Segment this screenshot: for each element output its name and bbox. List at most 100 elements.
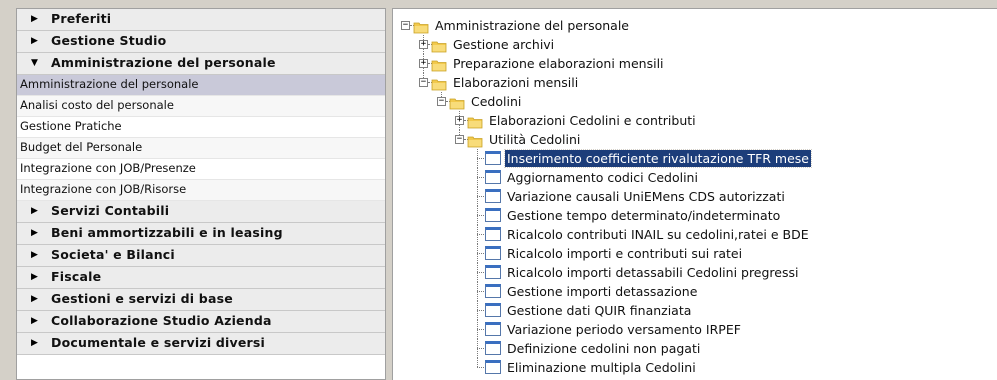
triangle-down-icon: ▼ [31, 58, 39, 68]
triangle-right-icon: ▶ [31, 206, 39, 216]
window-item-icon [485, 322, 501, 336]
tree-item-row[interactable]: Ricalcolo importi e contributi sui ratei [393, 244, 997, 263]
tree-label-inserimento-coefficiente-rivalutazione-tfr-mese[interactable]: Inserimento coefficiente rivalutazione T… [503, 149, 813, 168]
window-item-icon [485, 208, 501, 222]
section-header-beni-ammortizzabili-e-in-leasing[interactable]: ▶ Beni ammortizzabili e in leasing [17, 223, 385, 245]
tree-folder-row[interactable]: + Preparazione elaborazioni mensili [393, 54, 997, 73]
triangle-right-icon: ▶ [31, 272, 39, 282]
triangle-right-icon: ▶ [31, 338, 39, 348]
tree-label-elaborazioni-cedolini-e-contributi[interactable]: Elaborazioni Cedolini e contributi [487, 112, 698, 129]
tree-item-row[interactable]: Variazione causali UniEMens CDS autorizz… [393, 187, 997, 206]
triangle-right-icon: ▶ [31, 36, 39, 46]
tree-label-definizione-cedolini-non-pagati[interactable]: Definizione cedolini non pagati [505, 340, 702, 357]
tree-label-gestione-importi-detassazione[interactable]: Gestione importi detassazione [505, 283, 699, 300]
tree-item-row[interactable]: Gestione tempo determinato/indeterminato [393, 206, 997, 225]
tree-label-gestione-dati-quir-finanziata[interactable]: Gestione dati QUIR finanziata [505, 302, 693, 319]
collapse-icon[interactable]: − [419, 78, 428, 87]
section-header-documentale-e-servizi-diversi[interactable]: ▶ Documentale e servizi diversi [17, 333, 385, 355]
tree-label-elaborazioni-mensili[interactable]: Elaborazioni mensili [451, 74, 580, 91]
navigation-sidebar: ▶ Preferiti ▶ Gestione Studio ▼ Amministrazio… [16, 8, 386, 380]
folder-icon [449, 95, 465, 110]
tree-folder-row[interactable]: − Utilità Cedolini [393, 130, 997, 149]
expand-icon[interactable]: + [419, 40, 428, 49]
window-item-icon [485, 227, 501, 241]
tree-item-row[interactable]: Ricalcolo contributi INAIL su cedolini,r… [393, 225, 997, 244]
window-item-icon [485, 246, 501, 260]
folder-icon [467, 114, 483, 129]
window-item-icon [485, 265, 501, 279]
section-label: Servizi Contabili [51, 203, 170, 218]
triangle-right-icon: ▶ [31, 294, 39, 304]
window-item-icon [485, 360, 501, 374]
tree-guide-line [477, 358, 478, 367]
folder-icon [431, 76, 447, 91]
section-label: Documentale e servizi diversi [51, 335, 266, 350]
folder-icon [467, 133, 483, 148]
tree-label-utilit-cedolini[interactable]: Utilità Cedolini [487, 131, 582, 148]
section-header-preferiti[interactable]: ▶ Preferiti [17, 9, 385, 31]
sidebar-item-analisi-costo-del-personale[interactable]: Analisi costo del personale [17, 96, 385, 117]
triangle-right-icon: ▶ [31, 250, 39, 260]
expand-icon[interactable]: + [419, 59, 428, 68]
tree-label-amministrazione-del-personale[interactable]: Amministrazione del personale [433, 17, 631, 34]
section-label: Collaborazione Studio Azienda [51, 313, 272, 328]
tree-label-ricalcolo-contributi-inail-su-cedolini-ratei-e-bde[interactable]: Ricalcolo contributi INAIL su cedolini,r… [505, 226, 811, 243]
tree-label-gestione-archivi[interactable]: Gestione archivi [451, 36, 556, 53]
window-item-icon [485, 189, 501, 203]
section-label: Preferiti [51, 11, 112, 26]
tree-label-aggiornamento-codici-cedolini[interactable]: Aggiornamento codici Cedolini [505, 169, 700, 186]
menu-tree-panel: − Amministrazione del personale + Gestione … [392, 8, 997, 380]
triangle-right-icon: ▶ [31, 228, 39, 238]
expand-icon[interactable]: + [455, 116, 464, 125]
section-label: Gestioni e servizi di base [51, 291, 233, 306]
tree-label-ricalcolo-importi-e-contributi-sui-ratei[interactable]: Ricalcolo importi e contributi sui ratei [505, 245, 744, 262]
section-label: Fiscale [51, 269, 102, 284]
folder-icon [413, 19, 429, 34]
tree-label-cedolini[interactable]: Cedolini [469, 93, 523, 110]
section-header-gestione-studio[interactable]: ▶ Gestione Studio [17, 31, 385, 53]
tree-label-eliminazione-multipla-cedolini[interactable]: Eliminazione multipla Cedolini [505, 359, 698, 376]
tree-folder-row[interactable]: + Elaborazioni Cedolini e contributi [393, 111, 997, 130]
tree-item-row[interactable]: Gestione dati QUIR finanziata [393, 301, 997, 320]
tree-label-variazione-periodo-versamento-irpef[interactable]: Variazione periodo versamento IRPEF [505, 321, 743, 338]
sidebar-item-gestione-pratiche[interactable]: Gestione Pratiche [17, 117, 385, 138]
sidebar-item-budget-del-personale[interactable]: Budget del Personale [17, 138, 385, 159]
tree-label-gestione-tempo-determinato-indeterminato[interactable]: Gestione tempo determinato/indeterminato [505, 207, 782, 224]
section-header-amministrazione-del-personale[interactable]: ▼ Amministrazione del personale [17, 53, 385, 75]
tree-item-row[interactable]: Gestione importi detassazione [393, 282, 997, 301]
sidebar-item-amministrazione-del-personale[interactable]: Amministrazione del personale [17, 75, 385, 96]
section-header-collaborazione-studio-azienda[interactable]: ▶ Collaborazione Studio Azienda [17, 311, 385, 333]
tree-item-row[interactable]: Ricalcolo importi detassabili Cedolini p… [393, 263, 997, 282]
sidebar-item-integrazione-con-job-presenze[interactable]: Integrazione con JOB/Presenze [17, 159, 385, 180]
tree-folder-row[interactable]: − Cedolini [393, 92, 997, 111]
tree-label-preparazione-elaborazioni-mensili[interactable]: Preparazione elaborazioni mensili [451, 55, 666, 72]
section-label: Beni ammortizzabili e in leasing [51, 225, 283, 240]
tree-item-row[interactable]: Inserimento coefficiente rivalutazione T… [393, 149, 997, 168]
folder-icon [431, 57, 447, 72]
tree-folder-row[interactable]: + Gestione archivi [393, 35, 997, 54]
collapse-icon[interactable]: − [437, 97, 446, 106]
collapse-icon[interactable]: − [455, 135, 464, 144]
section-label: Gestione Studio [51, 33, 167, 48]
section-label: Societa' e Bilanci [51, 247, 175, 262]
section-header-societa-e-bilanci[interactable]: ▶ Societa' e Bilanci [17, 245, 385, 267]
tree-folder-row[interactable]: − Elaborazioni mensili [393, 73, 997, 92]
window-item-icon [485, 151, 501, 165]
sidebar-item-integrazione-con-job-risorse[interactable]: Integrazione con JOB/Risorse [17, 180, 385, 201]
section-header-servizi-contabili[interactable]: ▶ Servizi Contabili [17, 201, 385, 223]
tree-item-row[interactable]: Definizione cedolini non pagati [393, 339, 997, 358]
tree-item-row[interactable]: Aggiornamento codici Cedolini [393, 168, 997, 187]
tree-label-variazione-causali-uniemens-cds-autorizzati[interactable]: Variazione causali UniEMens CDS autorizz… [505, 188, 787, 205]
tree-item-row[interactable]: Variazione periodo versamento IRPEF [393, 320, 997, 339]
window-item-icon [485, 170, 501, 184]
triangle-right-icon: ▶ [31, 316, 39, 326]
section-header-gestioni-e-servizi-di-base[interactable]: ▶ Gestioni e servizi di base [17, 289, 385, 311]
tree-label-ricalcolo-importi-detassabili-cedolini-pregressi[interactable]: Ricalcolo importi detassabili Cedolini p… [505, 264, 801, 281]
collapse-icon[interactable]: − [401, 21, 410, 30]
section-label: Amministrazione del personale [51, 55, 276, 70]
tree-folder-row[interactable]: − Amministrazione del personale [393, 16, 997, 35]
tree-item-row[interactable]: Eliminazione multipla Cedolini [393, 358, 997, 377]
folder-icon [431, 38, 447, 53]
section-header-fiscale[interactable]: ▶ Fiscale [17, 267, 385, 289]
window-item-icon [485, 303, 501, 317]
